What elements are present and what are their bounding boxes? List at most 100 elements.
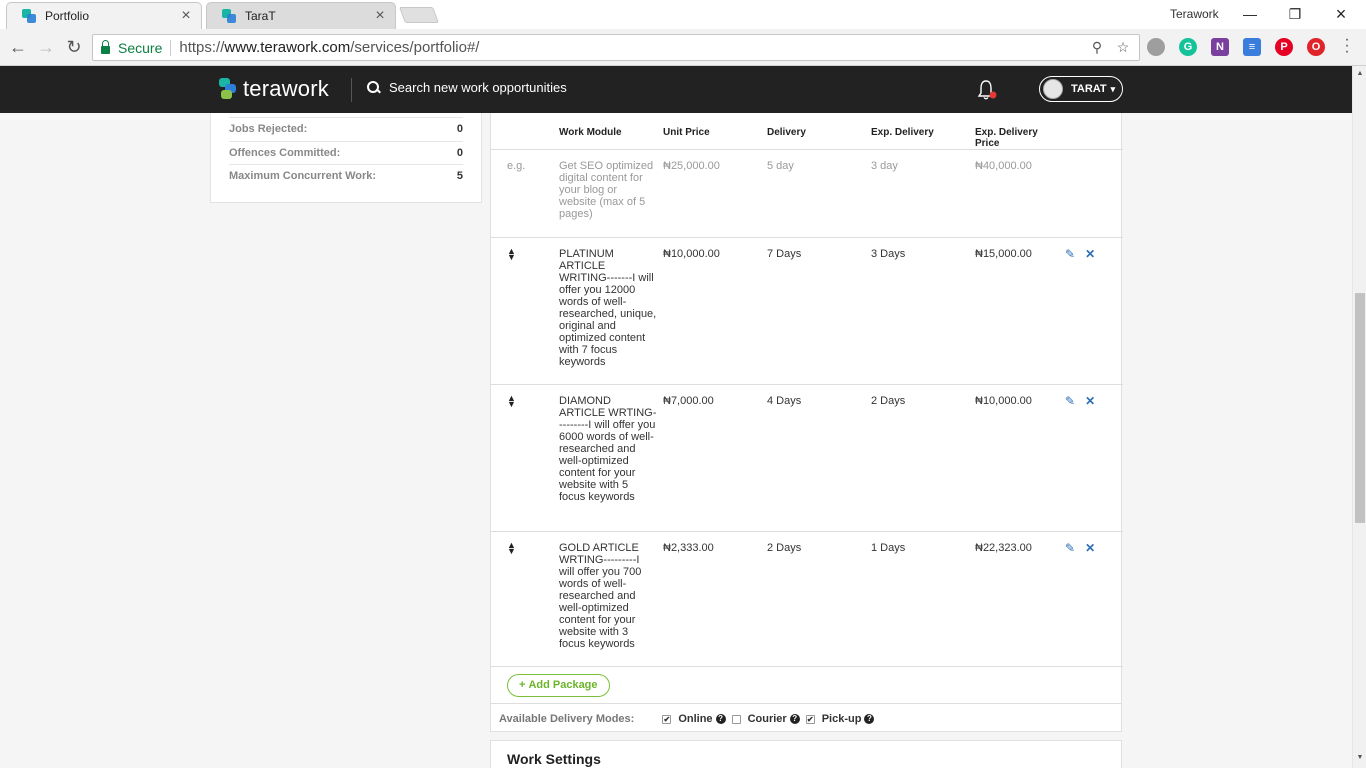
package-exp-price: ₦10,000.00 bbox=[975, 384, 1065, 532]
close-tab-icon[interactable]: × bbox=[373, 8, 387, 24]
secure-label: Secure bbox=[118, 39, 163, 56]
package-delivery: 2 Days bbox=[767, 531, 871, 667]
extension-blue-icon[interactable]: ≡ bbox=[1243, 38, 1261, 56]
zoom-icon[interactable]: ⚲ bbox=[1087, 39, 1107, 56]
online-checkbox[interactable]: ✔ bbox=[662, 714, 672, 724]
browser-menu-icon[interactable]: · · · bbox=[1342, 32, 1352, 60]
drag-sort-icon[interactable]: ▲ ▼ bbox=[507, 541, 516, 556]
example-unit-price: ₦25,000.00 bbox=[663, 149, 767, 238]
package-unit-price: ₦2,333.00 bbox=[663, 531, 767, 667]
package-module: PLATINUM ARTICLE WRITING-------I will of… bbox=[559, 237, 663, 385]
back-icon[interactable]: ← bbox=[8, 37, 28, 57]
stat-value: 0 bbox=[456, 123, 463, 136]
package-delivery: 4 Days bbox=[767, 384, 871, 532]
page-scrollbar[interactable]: ▲ ▼ bbox=[1352, 66, 1366, 768]
lock-icon bbox=[101, 39, 110, 54]
table-header-row: Work Module Unit Price Delivery Exp. Del… bbox=[491, 113, 1123, 150]
terawork-favicon-icon bbox=[221, 8, 237, 24]
terawork-logo[interactable]: terawork bbox=[219, 76, 329, 102]
minimize-icon[interactable]: — bbox=[1238, 4, 1262, 24]
stat-row-offences: Offences Committed: 0 bbox=[229, 140, 463, 165]
plus-icon: + bbox=[519, 679, 526, 691]
package-exp-delivery: 2 Days bbox=[871, 384, 975, 532]
col-header-unit-price: Unit Price bbox=[663, 113, 767, 150]
online-label: Online bbox=[678, 713, 713, 725]
package-unit-price: ₦10,000.00 bbox=[663, 237, 767, 385]
packages-card: Work Module Unit Price Delivery Exp. Del… bbox=[490, 113, 1123, 734]
col-header-work-module: Work Module bbox=[559, 113, 663, 150]
package-exp-price: ₦22,323.00 bbox=[975, 531, 1065, 667]
search-placeholder: Search new work opportunities bbox=[389, 80, 567, 95]
col-header-handle bbox=[491, 113, 559, 150]
user-menu-button[interactable]: TARAT ▾ bbox=[1039, 76, 1123, 102]
col-header-exp-delivery-price: Exp. Delivery Price bbox=[975, 113, 1065, 150]
stat-label: Offences Committed: bbox=[229, 146, 341, 159]
page-content: Jobs Rejected: 0 Offences Committed: 0 M… bbox=[0, 113, 1352, 768]
scroll-up-icon[interactable]: ▲ bbox=[1353, 70, 1366, 77]
close-tab-icon[interactable]: × bbox=[179, 8, 193, 24]
add-package-button[interactable]: + Add Package bbox=[507, 674, 610, 697]
col-header-actions bbox=[1065, 113, 1123, 150]
delete-x-icon[interactable]: ✕ bbox=[1085, 541, 1095, 555]
scroll-thumb[interactable] bbox=[1355, 293, 1365, 523]
edit-pencil-icon[interactable]: ✎ bbox=[1065, 394, 1075, 408]
example-exp-delivery: 3 day bbox=[871, 149, 975, 238]
add-package-label: Add Package bbox=[528, 679, 598, 691]
browser-tab-tarat[interactable]: TaraT × bbox=[206, 2, 396, 29]
courier-checkbox[interactable] bbox=[731, 714, 741, 724]
drag-sort-icon[interactable]: ▲ ▼ bbox=[507, 247, 516, 262]
package-exp-delivery: 3 Days bbox=[871, 237, 975, 385]
delivery-modes-label: Available Delivery Modes: bbox=[499, 713, 635, 725]
delivery-modes-row: Available Delivery Modes: ✔ Online ? Cou… bbox=[491, 704, 1121, 734]
extension-icon[interactable] bbox=[1147, 38, 1165, 56]
chevron-down-icon: ▾ bbox=[1110, 83, 1116, 94]
reload-icon[interactable]: ↻ bbox=[64, 37, 84, 57]
example-marker: e.g. bbox=[491, 149, 559, 238]
delete-x-icon[interactable]: ✕ bbox=[1085, 394, 1095, 408]
work-settings-card: Work Settings bbox=[490, 740, 1122, 768]
opera-icon[interactable]: O bbox=[1307, 38, 1325, 56]
url-text[interactable]: https://www.terawork.com/services/portfo… bbox=[179, 39, 1087, 56]
add-package-row: + Add Package bbox=[491, 667, 1121, 704]
example-delivery: 5 day bbox=[767, 149, 871, 238]
forward-icon[interactable]: → bbox=[36, 37, 56, 57]
close-window-icon[interactable]: × bbox=[1329, 4, 1353, 24]
help-icon[interactable]: ? bbox=[864, 714, 875, 724]
help-icon[interactable]: ? bbox=[715, 714, 726, 724]
stat-row-max-concurrent: Maximum Concurrent Work: 5 bbox=[229, 164, 463, 188]
package-module: GOLD ARTICLE WRTING---------I will offer… bbox=[559, 531, 663, 667]
browser-toolbar: ← → ↻ Secure https://www.terawork.com/se… bbox=[0, 29, 1366, 66]
edit-pencil-icon[interactable]: ✎ bbox=[1065, 541, 1075, 555]
url-path: /services/portfolio#/ bbox=[350, 39, 480, 56]
search-icon bbox=[367, 80, 381, 95]
search-opportunities[interactable]: Search new work opportunities bbox=[367, 80, 567, 95]
tab-title: TaraT bbox=[245, 9, 276, 23]
new-tab-button[interactable] bbox=[399, 7, 439, 23]
table-row: ▲ ▼ GOLD ARTICLE WRTING---------I will of… bbox=[491, 531, 1123, 667]
onenote-icon[interactable]: N bbox=[1211, 38, 1229, 56]
package-module: DIAMOND ARTICLE WRTING---------I will of… bbox=[559, 384, 663, 532]
help-icon[interactable]: ? bbox=[789, 714, 800, 724]
stat-label: Maximum Concurrent Work: bbox=[229, 170, 377, 183]
drag-sort-icon[interactable]: ▲ ▼ bbox=[507, 394, 516, 409]
package-exp-price: ₦15,000.00 bbox=[975, 237, 1065, 385]
address-bar[interactable]: Secure https://www.terawork.com/services… bbox=[92, 34, 1140, 61]
example-module: Get SEO optimized digital content for yo… bbox=[559, 149, 663, 238]
logo-text: terawork bbox=[243, 76, 329, 101]
grammarly-icon[interactable]: G bbox=[1179, 38, 1197, 56]
stat-value: 0 bbox=[456, 146, 463, 159]
table-row: ▲ ▼ DIAMOND ARTICLE WRTING---------I will… bbox=[491, 384, 1123, 532]
stat-row-jobs-rejected: Jobs Rejected: 0 bbox=[229, 117, 463, 141]
pickup-checkbox[interactable]: ✔ bbox=[805, 714, 815, 724]
notification-bell-icon[interactable] bbox=[977, 79, 997, 101]
bookmark-star-icon[interactable]: ☆ bbox=[1113, 39, 1133, 56]
delete-x-icon[interactable]: ✕ bbox=[1085, 247, 1095, 261]
col-header-exp-delivery: Exp. Delivery bbox=[871, 113, 975, 150]
edit-pencil-icon[interactable]: ✎ bbox=[1065, 247, 1075, 261]
terawork-logo-icon bbox=[219, 78, 239, 100]
browser-tab-portfolio[interactable]: Portfolio × bbox=[6, 2, 202, 29]
scroll-down-icon[interactable]: ▼ bbox=[1353, 754, 1366, 761]
restore-icon[interactable]: ❐ bbox=[1283, 4, 1307, 24]
pinterest-icon[interactable]: P bbox=[1275, 38, 1293, 56]
work-settings-title: Work Settings bbox=[507, 751, 601, 767]
